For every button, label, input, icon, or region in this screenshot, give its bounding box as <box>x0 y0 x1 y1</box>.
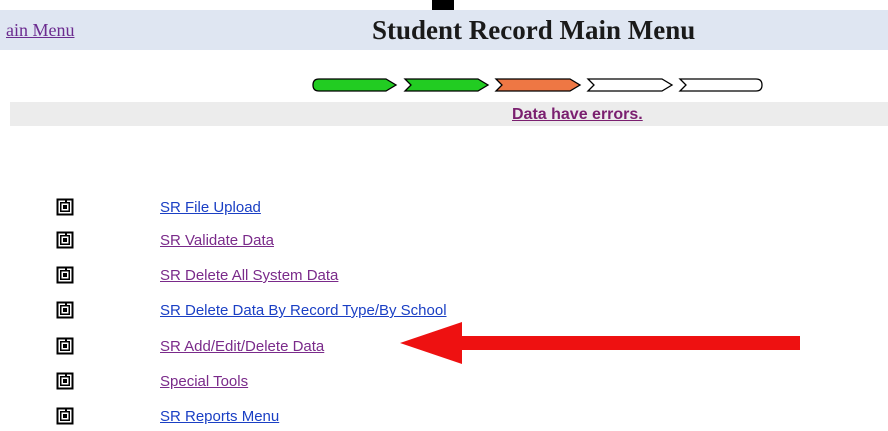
spiral-square-icon <box>56 337 74 355</box>
menu-item: Special Tools <box>0 372 700 396</box>
spiral-square-icon <box>56 407 74 425</box>
status-message-link[interactable]: Data have errors. <box>512 106 643 124</box>
menu-link[interactable]: SR Validate Data <box>160 232 274 249</box>
progress-step-2 <box>403 78 490 92</box>
menu-link[interactable]: SR Delete Data By Record Type/By School <box>160 302 447 319</box>
menu-link[interactable]: SR Reports Menu <box>160 408 279 425</box>
menu-item: SR File Upload <box>0 198 700 222</box>
menu-link[interactable]: SR File Upload <box>160 199 261 216</box>
progress-step-4 <box>586 78 674 92</box>
spiral-square-icon <box>56 231 74 249</box>
status-bar <box>10 102 888 126</box>
spiral-square-icon <box>56 266 74 284</box>
spiral-square-icon <box>56 372 74 390</box>
spiral-square-icon <box>56 301 74 319</box>
progress-step-1 <box>312 78 398 92</box>
progress-step-5 <box>678 78 763 92</box>
menu-link[interactable]: SR Add/Edit/Delete Data <box>160 338 324 355</box>
page-title: Student Record Main Menu <box>372 15 696 45</box>
red-arrow-icon <box>400 322 802 366</box>
progress-steps <box>308 72 888 98</box>
menu-item: SR Delete All System Data <box>0 266 700 290</box>
menu-item: SR Reports Menu <box>0 407 700 431</box>
menu-link[interactable]: Special Tools <box>160 373 248 390</box>
main-menu-link[interactable]: ain Menu <box>6 20 74 41</box>
menu-link[interactable]: SR Delete All System Data <box>160 267 338 284</box>
progress-step-3 <box>494 78 582 92</box>
spiral-square-icon <box>56 198 74 216</box>
menu-item: SR Validate Data <box>0 231 700 255</box>
